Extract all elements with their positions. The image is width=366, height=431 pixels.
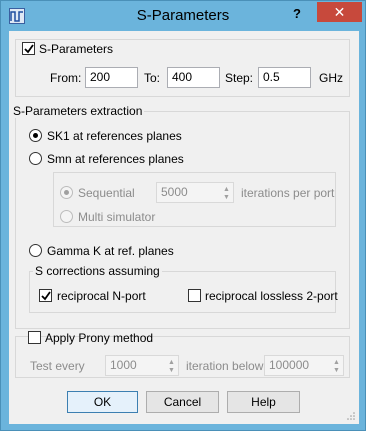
resize-grip-icon[interactable]	[346, 411, 356, 421]
iterations-per-port-label: iterations per port	[241, 186, 335, 200]
sk1-radio[interactable]	[29, 129, 42, 142]
s-parameters-label: S-Parameters	[39, 42, 114, 56]
prony-checkbox[interactable]	[28, 331, 41, 344]
sk1-label: SK1 at references planes	[47, 129, 182, 143]
title-bar[interactable]: S-Parameters ? ✕	[1, 1, 365, 31]
multi-simulator-label: Multi simulator	[78, 210, 156, 224]
to-label: To:	[144, 71, 161, 85]
test-every-value: 1000	[110, 358, 137, 372]
reciprocal-n-port-label: reciprocal N-port	[57, 289, 146, 303]
s-parameters-dialog: S-Parameters ? ✕ S-Parameters From: 200 …	[0, 0, 366, 431]
gamma-radio[interactable]	[29, 244, 42, 257]
sequential-radio[interactable]	[60, 186, 73, 199]
spin-arrows[interactable]: ▲ ▼	[165, 356, 178, 375]
smn-label: Smn at references planes	[47, 152, 184, 166]
gamma-label: Gamma K at ref. planes	[47, 244, 174, 258]
iteration-below-value: 100000	[269, 358, 310, 372]
window-title: S-Parameters	[136, 7, 230, 24]
checkmark-icon	[41, 291, 51, 301]
s-parameters-checkbox[interactable]	[22, 42, 35, 55]
spin-arrows[interactable]: ▲ ▼	[330, 356, 343, 375]
to-input[interactable]: 400	[167, 67, 220, 88]
smn-radio[interactable]	[29, 152, 42, 165]
reciprocal-lossless-checkbox[interactable]	[188, 289, 201, 302]
multi-simulator-radio[interactable]	[60, 210, 73, 223]
sequential-value: 5000	[161, 185, 188, 199]
close-button[interactable]: ✕	[317, 2, 362, 22]
iteration-below-label: iteration below	[186, 359, 264, 373]
dialog-body: S-Parameters From: 200 To: 400 Step: 0.5…	[9, 31, 359, 424]
step-input[interactable]: 0.5	[258, 67, 311, 88]
test-every-spinbox[interactable]: 1000 ▲ ▼	[105, 355, 179, 376]
reciprocal-lossless-label: reciprocal lossless 2-port	[205, 289, 338, 303]
cancel-button[interactable]: Cancel	[146, 391, 219, 413]
unit-label: GHz	[319, 71, 343, 85]
from-label: From:	[50, 71, 82, 85]
step-label: Step:	[225, 71, 254, 85]
extraction-group-label: S-Parameters extraction	[11, 104, 145, 118]
corrections-group-label: S corrections assuming	[33, 264, 162, 278]
spin-arrows[interactable]: ▲ ▼	[220, 183, 233, 202]
reciprocal-n-port-checkbox[interactable]	[39, 289, 52, 302]
sequential-spinbox[interactable]: 5000 ▲ ▼	[156, 182, 234, 203]
sequential-label: Sequential	[78, 186, 135, 200]
iteration-below-spinbox[interactable]: 100000 ▲ ▼	[264, 355, 344, 376]
from-input[interactable]: 200	[85, 67, 138, 88]
ok-button[interactable]: OK	[67, 391, 138, 413]
prony-label: Apply Prony method	[45, 331, 154, 345]
help-button[interactable]: Help	[227, 391, 300, 413]
test-every-label: Test every	[30, 359, 85, 373]
checkmark-icon	[24, 44, 34, 54]
help-icon[interactable]: ?	[287, 6, 307, 24]
